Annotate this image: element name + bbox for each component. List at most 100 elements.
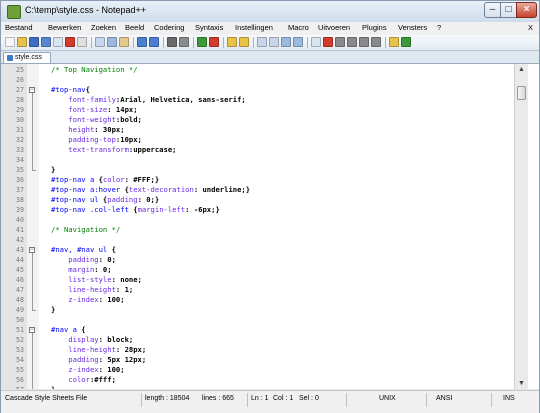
menu-bestand[interactable]: Bestand: [5, 23, 33, 32]
run-macro-multiple-icon[interactable]: [359, 37, 369, 47]
status-length: length : 18504: [145, 395, 190, 402]
indent-guide-icon[interactable]: [281, 37, 291, 47]
redo-icon[interactable]: [149, 37, 159, 47]
code-line[interactable]: /* Navigation */: [51, 225, 120, 235]
maximize-button[interactable]: □: [500, 2, 517, 18]
doc-map-icon[interactable]: [311, 37, 321, 47]
line-number: 52: [16, 336, 24, 344]
new-file-icon[interactable]: [5, 37, 15, 47]
line-number: 32: [16, 136, 24, 144]
code-line[interactable]: padding: 0;: [51, 255, 116, 265]
code-line[interactable]: height: 30px;: [51, 125, 124, 135]
code-line[interactable]: margin: 0;: [51, 265, 111, 275]
code-line[interactable]: line-height: 28px;: [51, 345, 146, 355]
save-all-icon[interactable]: [41, 37, 51, 47]
show-all-chars-icon[interactable]: [269, 37, 279, 47]
code-token: {: [128, 205, 138, 214]
code-token: padding: [107, 195, 138, 204]
code-line[interactable]: z-index: 100;: [51, 295, 124, 305]
code-line[interactable]: /* Top Navigation */: [51, 65, 138, 75]
check-icon[interactable]: [401, 37, 411, 47]
close-all-icon[interactable]: [65, 37, 75, 47]
code-token: #top-nav: [51, 85, 86, 94]
close-file-icon[interactable]: [53, 37, 63, 47]
code-line[interactable]: #nav, #nav ul {: [51, 245, 116, 255]
code-token: text-transform: [51, 145, 129, 154]
code-line[interactable]: list-style: none;: [51, 275, 142, 285]
menu-vensters[interactable]: Vensters: [398, 23, 427, 32]
code-line[interactable]: padding: 5px 12px;: [51, 355, 146, 365]
menu-syntaxis[interactable]: Syntaxis: [195, 23, 223, 32]
code-token: font-size: [51, 105, 108, 114]
line-number: 39: [16, 206, 24, 214]
open-file-icon[interactable]: [17, 37, 27, 47]
code-line[interactable]: font-size: 14px;: [51, 105, 137, 115]
play-macro-icon[interactable]: [347, 37, 357, 47]
code-token: :10px;: [115, 135, 142, 144]
close-document-button[interactable]: X: [528, 23, 533, 32]
code-token: :Arial, Helvetica, sans-serif;: [115, 95, 246, 104]
line-number: 27: [16, 86, 24, 94]
code-line[interactable]: text-transform:uppercase;: [51, 145, 176, 155]
code-line[interactable]: #top-nav a {color: #FFF;}: [51, 175, 159, 185]
code-line[interactable]: z-index: 100;: [51, 365, 124, 375]
code-line[interactable]: color:#fff;: [51, 375, 116, 385]
language-icon[interactable]: [293, 37, 303, 47]
menu-bewerken[interactable]: Bewerken: [48, 23, 81, 32]
editor-right-margin: [528, 64, 539, 389]
code-token: margin: [51, 265, 95, 274]
tab-style-css[interactable]: style.css: [3, 52, 51, 63]
menu-zoeken[interactable]: Zoeken: [91, 23, 116, 32]
zoom-out-icon[interactable]: [209, 37, 219, 47]
zoom-in-icon[interactable]: [197, 37, 207, 47]
code-token: padding-top: [51, 135, 116, 144]
code-line[interactable]: #top-nav .col-left {margin-left: -6px;}: [51, 205, 220, 215]
record-macro-icon[interactable]: [323, 37, 333, 47]
code-line[interactable]: }: [51, 385, 55, 389]
code-editor[interactable]: 25/* Top Navigation */26 27 #top-nav{−28 f…: [1, 64, 539, 389]
code-line[interactable]: }: [51, 165, 55, 175]
replace-icon[interactable]: [179, 37, 189, 47]
save-icon[interactable]: [29, 37, 39, 47]
print-icon[interactable]: [77, 37, 87, 47]
code-line[interactable]: #top-nav{: [51, 85, 90, 95]
toolbar-separator: [385, 37, 386, 48]
vertical-scrollbar[interactable]: ▲ ▼: [514, 64, 528, 389]
menu-beeld[interactable]: Beeld: [125, 23, 144, 32]
status-separator: [247, 393, 248, 407]
code-token: line-height: [51, 285, 116, 294]
toolbar-separator: [307, 37, 308, 48]
scroll-down-icon[interactable]: ▼: [515, 378, 528, 389]
menu-macro[interactable]: Macro: [288, 23, 309, 32]
code-line[interactable]: #top-nav a:hover {text-decoration: under…: [51, 185, 250, 195]
menu-help[interactable]: ?: [437, 23, 441, 32]
scroll-up-icon[interactable]: ▲: [515, 64, 528, 75]
menu-uitvoeren[interactable]: Uitvoeren: [318, 23, 350, 32]
word-wrap-icon[interactable]: [257, 37, 267, 47]
find-icon[interactable]: [167, 37, 177, 47]
fold-line: [32, 333, 33, 389]
cut-icon[interactable]: [95, 37, 105, 47]
sync-horizontal-icon[interactable]: [239, 37, 249, 47]
save-macro-icon[interactable]: [371, 37, 381, 47]
scroll-thumb[interactable]: [517, 86, 526, 100]
code-line[interactable]: display: block;: [51, 335, 133, 345]
code-line[interactable]: padding-top:10px;: [51, 135, 142, 145]
menu-codering[interactable]: Codering: [154, 23, 184, 32]
menu-plugins[interactable]: Plugins: [362, 23, 387, 32]
stop-macro-icon[interactable]: [335, 37, 345, 47]
code-line[interactable]: #nav a {: [51, 325, 86, 335]
undo-icon[interactable]: [137, 37, 147, 47]
code-line[interactable]: font-family:Arial, Helvetica, sans-serif…: [51, 95, 246, 105]
menu-instellingen[interactable]: Instellingen: [235, 23, 273, 32]
spell-check-icon[interactable]: [389, 37, 399, 47]
sync-vertical-icon[interactable]: [227, 37, 237, 47]
minimize-button[interactable]: –: [484, 2, 501, 18]
code-line[interactable]: }: [51, 305, 55, 315]
code-line[interactable]: line-height: 1;: [51, 285, 133, 295]
code-line[interactable]: #top-nav ul {padding: 0;}: [51, 195, 159, 205]
paste-icon[interactable]: [119, 37, 129, 47]
code-line[interactable]: font-weight:bold;: [51, 115, 142, 125]
copy-icon[interactable]: [107, 37, 117, 47]
close-button[interactable]: ×: [516, 2, 537, 18]
